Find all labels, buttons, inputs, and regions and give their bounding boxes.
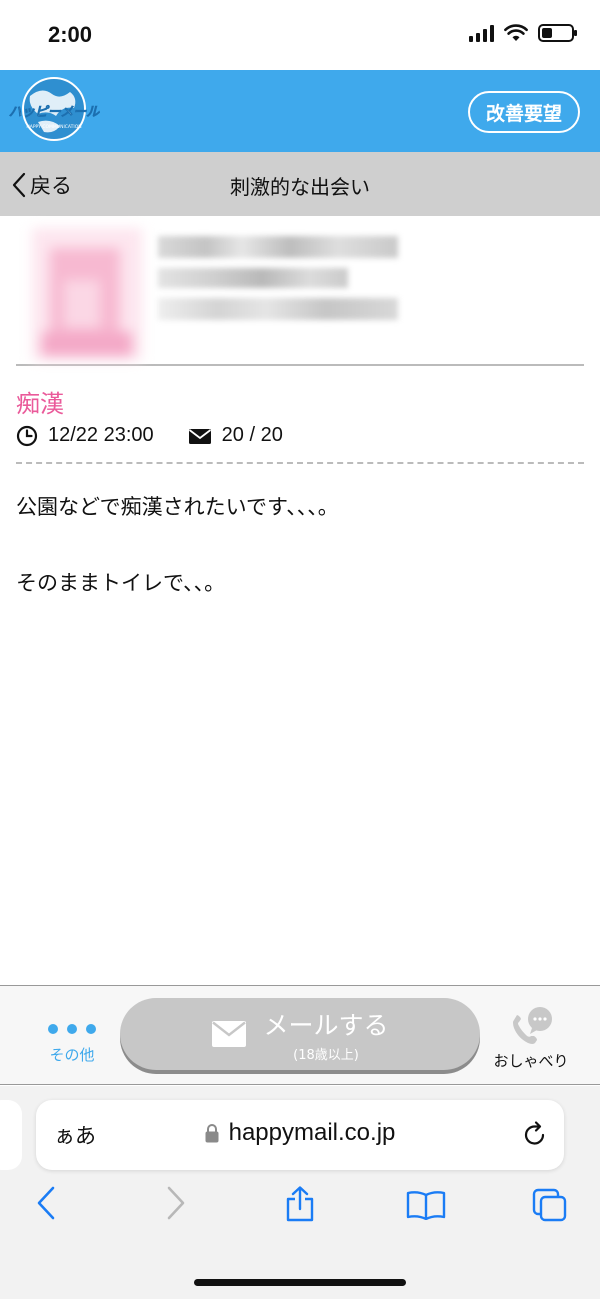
obscured-profile-location bbox=[158, 298, 398, 320]
cellular-signal-icon bbox=[469, 24, 494, 42]
bookmarks-icon[interactable] bbox=[406, 1190, 446, 1220]
url-text: happymail.co.jp bbox=[228, 1119, 396, 1146]
reload-icon[interactable] bbox=[522, 1120, 548, 1148]
app-header: ハッピーメール HAPPY COMMUNICATION 改善要望 bbox=[0, 70, 600, 152]
share-icon[interactable] bbox=[284, 1186, 316, 1222]
clock-icon bbox=[16, 425, 38, 446]
obscured-username bbox=[158, 236, 398, 258]
back-arrow-icon[interactable] bbox=[36, 1186, 56, 1220]
post-datetime: 12/22 23:00 bbox=[16, 424, 154, 447]
chat-label: おしゃべり bbox=[493, 1052, 569, 1070]
post-datetime-text: 12/22 23:00 bbox=[48, 424, 154, 446]
post-meta: 12/22 23:00 20 / 20 bbox=[16, 424, 283, 447]
action-bar: その他 メールする (18歳以上) おしゃべり bbox=[0, 985, 600, 1085]
post-mail-count: 20 / 20 bbox=[188, 424, 283, 447]
message-line: そのままトイレで、、。 bbox=[16, 571, 226, 595]
message-line bbox=[16, 526, 584, 564]
improvement-request-button[interactable]: 改善要望 bbox=[468, 91, 580, 133]
url-display[interactable]: happymail.co.jp bbox=[36, 1119, 564, 1147]
battery-icon bbox=[538, 24, 577, 42]
status-bar: 2:00 bbox=[0, 0, 600, 70]
envelope-icon bbox=[188, 428, 211, 444]
lock-icon bbox=[205, 1124, 219, 1143]
logo-subtext: HAPPY COMMUNICATION bbox=[26, 124, 81, 130]
browser-chrome: ぁあ happymail.co.jp bbox=[0, 1086, 600, 1299]
chat-button[interactable]: おしゃべり bbox=[486, 1006, 576, 1071]
divider bbox=[16, 462, 584, 464]
poster-profile[interactable] bbox=[16, 218, 584, 366]
tabs-icon[interactable] bbox=[532, 1188, 568, 1222]
previous-tab-peek[interactable] bbox=[0, 1100, 22, 1170]
address-bar[interactable]: ぁあ happymail.co.jp bbox=[36, 1100, 564, 1170]
happy-mail-logo[interactable]: ハッピーメール HAPPY COMMUNICATION bbox=[8, 76, 100, 146]
home-indicator[interactable] bbox=[194, 1279, 406, 1286]
post-mail-count-text: 20 / 20 bbox=[221, 424, 283, 446]
other-label: その他 bbox=[49, 1046, 95, 1064]
age-restriction-label: (18歳以上) bbox=[293, 1047, 359, 1063]
send-mail-label: メールする bbox=[263, 1010, 389, 1040]
obscured-profile-info bbox=[158, 268, 348, 288]
post-message: 公園などで痴漢されたいです、、、。 そのままトイレで、、。 bbox=[16, 488, 584, 602]
forward-arrow-icon[interactable] bbox=[166, 1186, 186, 1220]
phone-chat-icon bbox=[513, 1007, 552, 1044]
status-icons bbox=[469, 24, 577, 42]
logo-text: ハッピーメール bbox=[9, 105, 100, 120]
wifi-icon bbox=[504, 24, 528, 41]
status-time: 2:00 bbox=[48, 22, 93, 47]
envelope-icon bbox=[212, 1021, 247, 1047]
avatar[interactable] bbox=[32, 228, 142, 360]
browser-toolbar bbox=[0, 1186, 600, 1236]
post-category: 痴漢 bbox=[16, 390, 64, 418]
nav-bar: 戻る 刺激的な出会い bbox=[0, 152, 600, 216]
more-dots-icon bbox=[40, 1024, 104, 1034]
message-line: 公園などで痴漢されたいです、、、。 bbox=[16, 495, 339, 519]
other-button[interactable]: その他 bbox=[40, 1004, 104, 1065]
send-mail-button[interactable]: メールする (18歳以上) bbox=[120, 998, 480, 1070]
page-title: 刺激的な出会い bbox=[230, 175, 370, 199]
